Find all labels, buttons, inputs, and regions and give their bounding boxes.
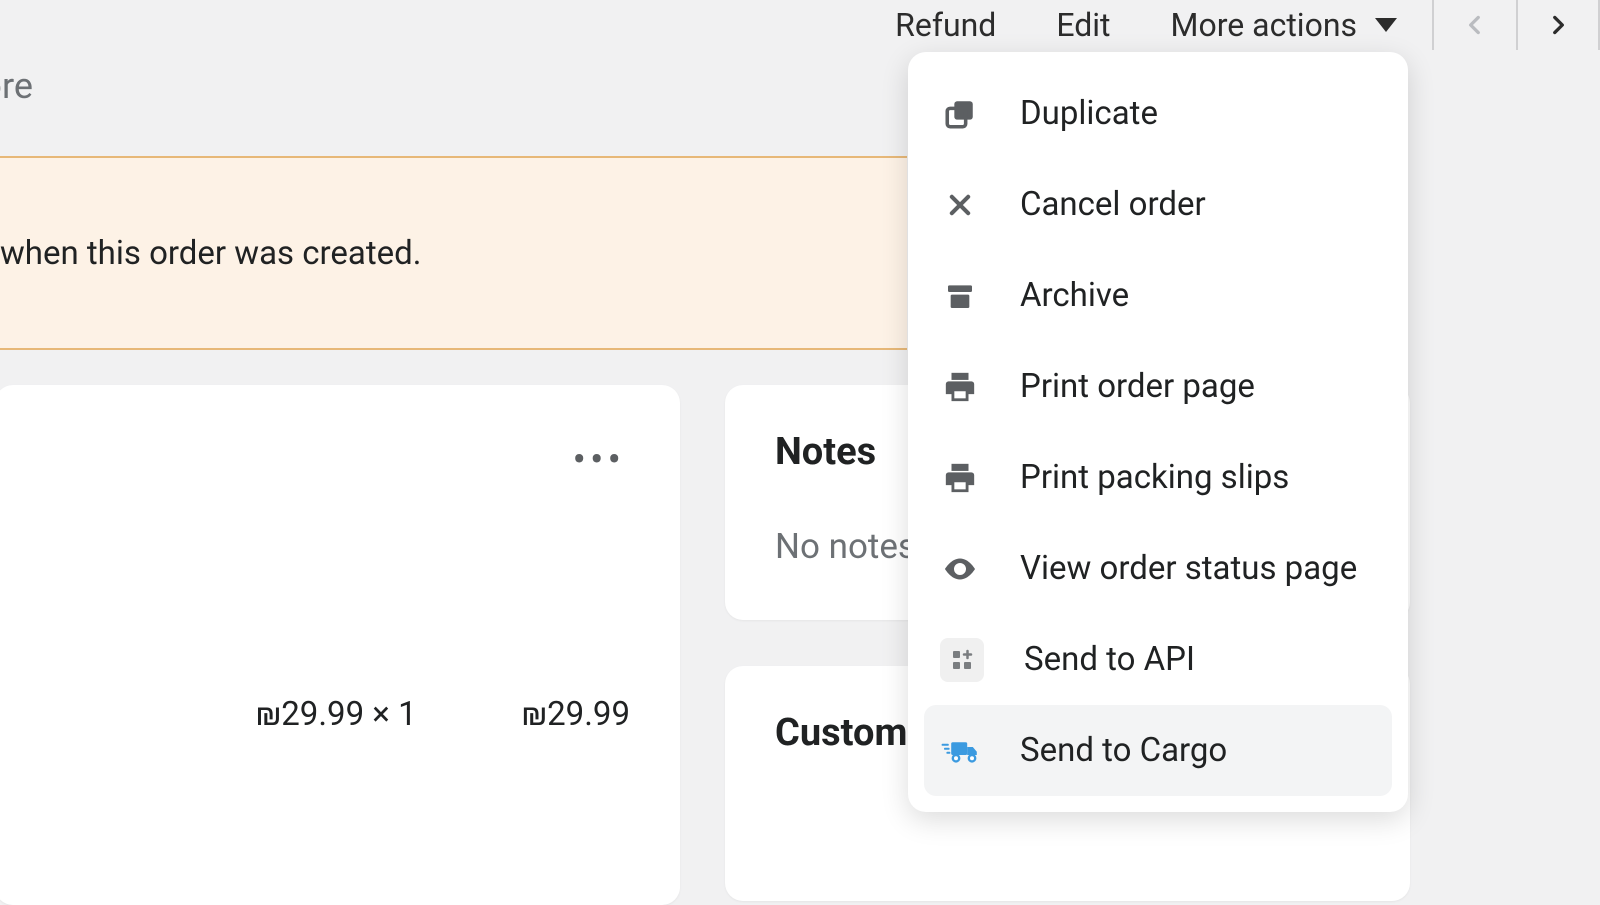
line-item-row: ₪29.99 × 1 ₪29.99 [0, 695, 630, 734]
menu-view-order-status[interactable]: View order status page [924, 523, 1392, 614]
menu-print-order-label: Print order page [1020, 367, 1255, 406]
menu-duplicate[interactable]: Duplicate [924, 68, 1392, 159]
warning-text: when this order was created. [0, 234, 421, 273]
more-actions-button[interactable]: More actions [1171, 6, 1397, 44]
more-actions-dropdown: Duplicate Cancel order Archive Print ord… [908, 52, 1408, 812]
more-actions-label: More actions [1171, 6, 1357, 44]
menu-send-to-cargo[interactable]: Send to Cargo [924, 705, 1392, 796]
menu-duplicate-label: Duplicate [1020, 94, 1158, 133]
menu-archive-label: Archive [1020, 276, 1129, 315]
edit-button[interactable]: Edit [1056, 6, 1110, 44]
menu-view-status-label: View order status page [1020, 549, 1357, 588]
next-order-button[interactable] [1516, 0, 1598, 50]
menu-print-order-page[interactable]: Print order page [924, 341, 1392, 432]
printer-icon [940, 367, 980, 407]
refund-button[interactable]: Refund [895, 6, 996, 44]
line-item-unit-price-qty: ₪29.99 × 1 [256, 695, 417, 734]
topbar: Refund Edit More actions [0, 0, 1600, 50]
prev-order-button[interactable] [1434, 0, 1516, 50]
warning-banner: when this order was created. [0, 156, 907, 350]
close-icon [940, 185, 980, 225]
eye-icon [940, 549, 980, 589]
menu-print-packing-label: Print packing slips [1020, 458, 1289, 497]
menu-send-to-api[interactable]: Send to API [924, 614, 1392, 705]
pagination-arrows [1432, 0, 1600, 50]
line-item-total: ₪29.99 [522, 695, 630, 734]
printer-icon [940, 458, 980, 498]
menu-print-packing-slips[interactable]: Print packing slips [924, 432, 1392, 523]
menu-cancel-label: Cancel order [1020, 185, 1206, 224]
menu-cancel-order[interactable]: Cancel order [924, 159, 1392, 250]
api-icon [940, 638, 984, 682]
duplicate-icon [940, 94, 980, 134]
store-label-fragment: tore [0, 65, 33, 107]
menu-send-cargo-label: Send to Cargo [1020, 731, 1227, 770]
card-overflow-button[interactable]: ••• [573, 440, 626, 480]
archive-icon [940, 276, 980, 316]
caret-down-icon [1375, 18, 1397, 32]
menu-send-api-label: Send to API [1024, 640, 1195, 679]
menu-archive[interactable]: Archive [924, 250, 1392, 341]
truck-icon [940, 731, 980, 771]
top-actions-group: Refund Edit More actions [895, 6, 1397, 44]
line-items-card: ••• ₪29.99 × 1 ₪29.99 [0, 385, 680, 905]
